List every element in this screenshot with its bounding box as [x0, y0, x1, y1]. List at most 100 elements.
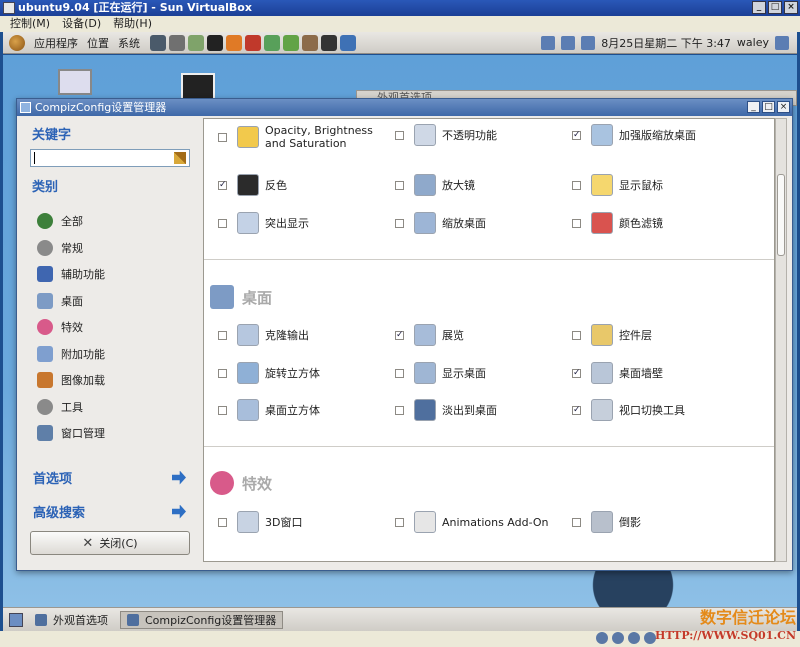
plugin-checkbox[interactable]	[218, 405, 227, 415]
camera-launcher-icon[interactable]	[169, 34, 185, 51]
plugin-item[interactable]: 突出显示	[218, 212, 393, 234]
plugin-checkbox[interactable]	[395, 405, 404, 415]
plugin-item[interactable]: 不透明功能	[395, 124, 570, 146]
plugin-checkbox[interactable]: ✓	[395, 330, 404, 340]
plugin-item[interactable]: 3D窗口	[218, 511, 393, 533]
plugin-checkbox[interactable]	[572, 180, 581, 190]
plugin-checkbox[interactable]	[218, 218, 227, 228]
firefox-launcher-icon[interactable]	[226, 34, 242, 51]
task-ccsm[interactable]: CompizConfig设置管理器	[120, 610, 284, 629]
plugin-item[interactable]: 桌面立方体	[218, 399, 393, 421]
plugin-item[interactable]: 显示桌面	[395, 362, 570, 384]
task-appearance-preferences[interactable]: 外观首选项	[29, 611, 114, 629]
plugin-checkbox[interactable]: ✓	[572, 130, 581, 140]
plugin-checkbox[interactable]	[395, 368, 404, 378]
plugin-item[interactable]: ✓ 反色	[218, 174, 393, 196]
plugin-item[interactable]: 倒影	[572, 511, 747, 533]
plugin-item[interactable]: Animations Add-On	[395, 511, 570, 533]
plugin-checkbox[interactable]	[572, 218, 581, 228]
plugin-checkbox[interactable]: ✓	[572, 368, 581, 378]
plugin-checkbox[interactable]	[218, 368, 227, 378]
close-button[interactable]: ✕ 关闭(C)	[30, 531, 190, 555]
opacity-icon	[237, 126, 259, 148]
minimize-button[interactable]: _	[752, 1, 766, 14]
ccsm-app-icon	[20, 102, 31, 113]
plugin-checkbox[interactable]	[218, 132, 227, 142]
plugin-checkbox[interactable]	[218, 330, 227, 340]
ccsm-maximize-button[interactable]: □	[762, 101, 775, 113]
show-desktop-icon[interactable]	[9, 612, 23, 627]
plugin-item[interactable]: 旋转立方体	[218, 362, 393, 384]
scrollbar-thumb[interactable]	[777, 174, 785, 256]
plugin-checkbox[interactable]	[395, 180, 404, 190]
plugin-item[interactable]: 控件层	[572, 324, 747, 346]
plugin-item[interactable]: Opacity, Brightness and Saturation	[218, 124, 393, 150]
category-item-effects[interactable]: 特效	[37, 314, 105, 341]
category-item-tools[interactable]: 工具	[37, 394, 105, 421]
category-item-image-loading[interactable]: 图像加载	[37, 367, 105, 394]
plugin-list-scrollbar[interactable]	[775, 118, 787, 562]
ccsm-close-button[interactable]: ×	[777, 101, 790, 113]
plugin-item[interactable]: ✓ 加强版缩放桌面	[572, 124, 747, 146]
network-icon[interactable]	[541, 35, 556, 50]
filezilla-launcher-icon[interactable]	[245, 34, 261, 51]
computer-desktop-icon[interactable]	[58, 69, 92, 95]
user-launcher-icon[interactable]	[302, 34, 318, 51]
plugin-item[interactable]: ✓ 桌面墙壁	[572, 362, 747, 384]
menu-places[interactable]: 位置	[87, 35, 109, 51]
volume-icon[interactable]	[581, 35, 596, 50]
refresh-launcher-icon[interactable]	[283, 34, 299, 51]
info-icon[interactable]	[561, 35, 576, 50]
plugin-item[interactable]: ✓ 展览	[395, 324, 570, 346]
chat-launcher-icon[interactable]	[188, 34, 204, 51]
category-item-extras[interactable]: 附加功能	[37, 341, 105, 368]
menu-devices[interactable]: 设备(D)	[62, 16, 101, 32]
plugin-item[interactable]: 克隆输出	[218, 324, 393, 346]
menu-system[interactable]: 系统	[118, 35, 140, 51]
menu-help[interactable]: 帮助(H)	[113, 16, 152, 32]
category-item-accessibility[interactable]: 辅助功能	[37, 261, 105, 288]
close-window-button[interactable]: ×	[784, 1, 798, 14]
plugin-item[interactable]: 放大镜	[395, 174, 570, 196]
terminal-launcher-icon[interactable]	[150, 34, 166, 51]
image-launcher-icon[interactable]	[264, 34, 280, 51]
disk-status-icon[interactable]	[596, 632, 608, 644]
power-icon[interactable]	[775, 35, 789, 50]
penguin-launcher-icon[interactable]	[207, 34, 223, 51]
3d-windows-icon	[237, 511, 259, 533]
plugin-checkbox[interactable]	[218, 517, 227, 527]
plugin-item[interactable]: ✓ 视口切换工具	[572, 399, 747, 421]
plugin-checkbox[interactable]	[395, 218, 404, 228]
advanced-search-link[interactable]: 高级搜索	[33, 502, 186, 521]
preferences-link[interactable]: 首选项	[33, 468, 186, 487]
help-launcher-icon[interactable]	[340, 34, 356, 51]
plugin-item[interactable]: 淡出到桌面	[395, 399, 570, 421]
keyword-search-input[interactable]	[30, 149, 190, 167]
plugin-item[interactable]: 缩放桌面	[395, 212, 570, 234]
ccsm-minimize-button[interactable]: _	[747, 101, 760, 113]
plugin-label: 显示鼠标	[619, 178, 663, 192]
panel-clock[interactable]: 8月25日星期二 下午 3:47	[601, 35, 731, 51]
plugin-checkbox[interactable]	[572, 517, 581, 527]
category-item-all[interactable]: 全部	[37, 208, 105, 235]
network-status-icon[interactable]	[628, 632, 640, 644]
plugin-item[interactable]: 颜色滤镜	[572, 212, 747, 234]
maximize-button[interactable]: □	[768, 1, 782, 14]
accessibility-icon	[37, 266, 53, 283]
plugin-checkbox[interactable]	[395, 130, 404, 140]
category-item-general[interactable]: 常规	[37, 235, 105, 262]
plugin-item[interactable]: 显示鼠标	[572, 174, 747, 196]
clear-brush-icon[interactable]	[174, 152, 186, 164]
panel-user[interactable]: waley	[737, 36, 769, 49]
plugin-checkbox[interactable]: ✓	[218, 180, 227, 190]
plugin-checkbox[interactable]: ✓	[572, 405, 581, 415]
console-launcher-icon[interactable]	[321, 34, 337, 51]
menu-control[interactable]: 控制(M)	[10, 16, 50, 32]
plugin-checkbox[interactable]	[395, 517, 404, 527]
menu-applications[interactable]: 应用程序	[34, 35, 78, 51]
category-item-window-management[interactable]: 窗口管理	[37, 420, 105, 447]
category-item-desktop[interactable]: 桌面	[37, 288, 105, 315]
cd-status-icon[interactable]	[612, 632, 624, 644]
plugin-checkbox[interactable]	[572, 330, 581, 340]
advanced-search-label: 高级搜索	[33, 506, 86, 521]
